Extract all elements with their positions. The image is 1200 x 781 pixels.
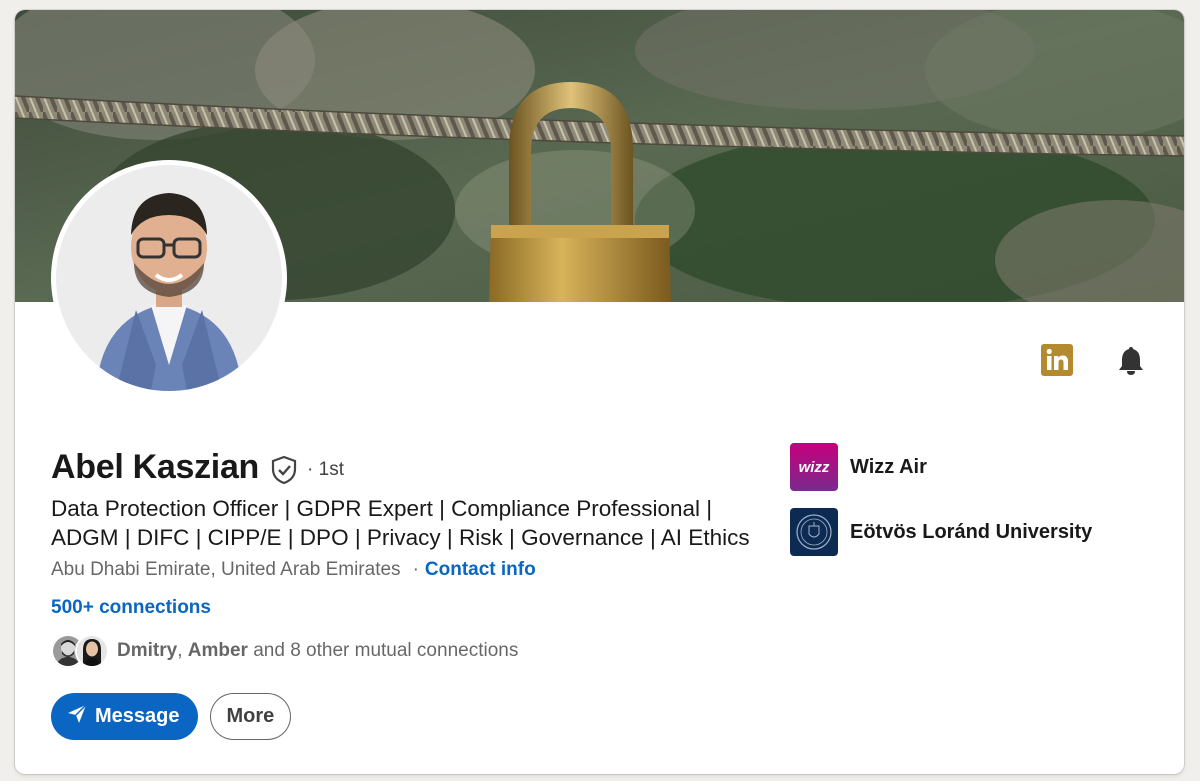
org-name: Eötvös Loránd University — [850, 520, 1093, 543]
profile-actions: Message More — [51, 693, 292, 740]
org-name: Wizz Air — [850, 455, 927, 478]
location-row: Abu Dhabi Emirate, United Arab Emirates … — [51, 559, 536, 581]
organizations-list: wizz Wizz Air Eötvös Loránd University — [790, 443, 1092, 573]
profile-card: Abel Kaszian · 1st Data Protection Offic… — [15, 10, 1184, 774]
more-button-label: More — [226, 705, 275, 727]
wizz-air-logo: wizz — [790, 443, 838, 491]
elte-seal-logo — [790, 508, 838, 556]
more-button[interactable]: More — [209, 693, 292, 740]
separator-dot: · — [412, 559, 419, 580]
org-wizz-air[interactable]: wizz Wizz Air — [790, 443, 1092, 491]
profile-headline: Data Protection Officer | GDPR Expert | … — [51, 496, 750, 550]
paper-plane-icon — [67, 703, 87, 730]
profile-location: Abu Dhabi Emirate, United Arab Emirates — [51, 559, 401, 580]
avatar — [75, 634, 109, 668]
mutual-name-1: Dmitry — [117, 640, 178, 661]
svg-text:wizz: wizz — [799, 459, 830, 476]
bell-icon[interactable] — [1114, 343, 1148, 377]
connection-degree: · 1st — [307, 458, 344, 480]
mutual-connections[interactable]: Dmitry, Amber and 8 other mutual connect… — [51, 634, 518, 668]
message-button[interactable]: Message — [51, 693, 198, 740]
profile-name: Abel Kaszian — [51, 448, 260, 486]
profile-avatar[interactable] — [51, 160, 287, 396]
mutual-comma: , — [177, 640, 183, 661]
shield-check-icon[interactable] — [269, 455, 299, 485]
name-row: Abel Kaszian · 1st — [51, 448, 344, 487]
linkedin-icon[interactable] — [1040, 343, 1074, 377]
mutual-avatars — [51, 634, 109, 668]
contact-info-link[interactable]: Contact info — [425, 559, 536, 581]
org-elte[interactable]: Eötvös Loránd University — [790, 508, 1092, 556]
message-button-label: Message — [95, 705, 180, 727]
profile-top-actions — [1040, 343, 1148, 377]
mutual-rest-text: and 8 other mutual connections — [247, 640, 519, 661]
mutual-name-2: Amber — [187, 640, 248, 661]
connections-link[interactable]: 500+ connections — [51, 597, 211, 619]
